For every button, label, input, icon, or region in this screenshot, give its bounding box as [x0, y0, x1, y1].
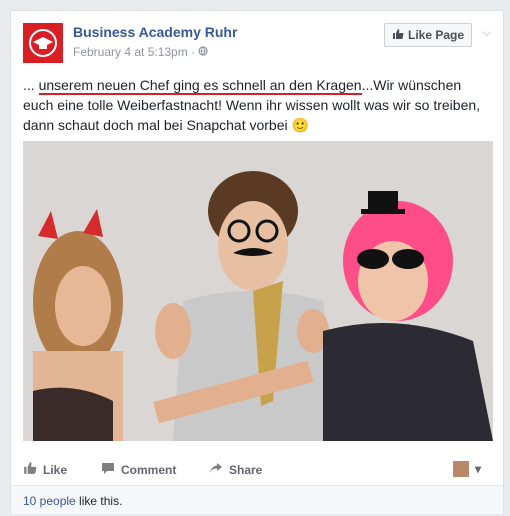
post-actions: Like Comment Share ▾: [23, 459, 493, 479]
react-as-selector[interactable]: ▾: [453, 461, 481, 477]
post-text-prefix: ...: [23, 77, 39, 93]
chevron-down-icon: ▾: [475, 462, 482, 476]
globe-icon: [198, 45, 209, 59]
thumbs-up-icon: [23, 461, 37, 478]
share-label: Share: [229, 462, 263, 477]
like-page-button[interactable]: Like Page: [384, 23, 472, 47]
share-icon: [209, 461, 223, 478]
smiley-icon: 🙂: [291, 117, 309, 133]
post-meta: February 4 at 5:13pm ·: [73, 45, 209, 59]
share-button[interactable]: Share: [209, 461, 262, 478]
comment-icon: [101, 461, 115, 478]
likes-count-link[interactable]: 10 people: [23, 494, 76, 508]
post-card: Business Academy Ruhr February 4 at 5:13…: [10, 10, 504, 514]
like-label: Like: [43, 462, 68, 477]
chevron-down-icon[interactable]: ⌵: [482, 25, 491, 40]
post-text: ... unserem neuen Chef ging es schnell a…: [23, 75, 493, 135]
like-page-label: Like Page: [407, 28, 465, 42]
comment-label: Comment: [121, 462, 177, 477]
page-avatar[interactable]: [23, 23, 63, 63]
page-name-link[interactable]: Business Academy Ruhr: [73, 24, 237, 40]
thumbs-up-icon: [392, 28, 404, 43]
like-button[interactable]: Like: [23, 461, 67, 478]
post-timestamp[interactable]: February 4 at 5:13pm: [73, 45, 188, 59]
post-photo[interactable]: [23, 141, 493, 441]
comment-button[interactable]: Comment: [101, 461, 176, 478]
likes-summary: 10 people like this.: [11, 485, 503, 514]
post-text-underlined: unserem neuen Chef ging es schnell an de…: [38, 77, 362, 95]
meta-separator: ·: [191, 45, 196, 59]
likes-suffix: like this.: [75, 494, 123, 508]
user-avatar: [453, 461, 469, 477]
